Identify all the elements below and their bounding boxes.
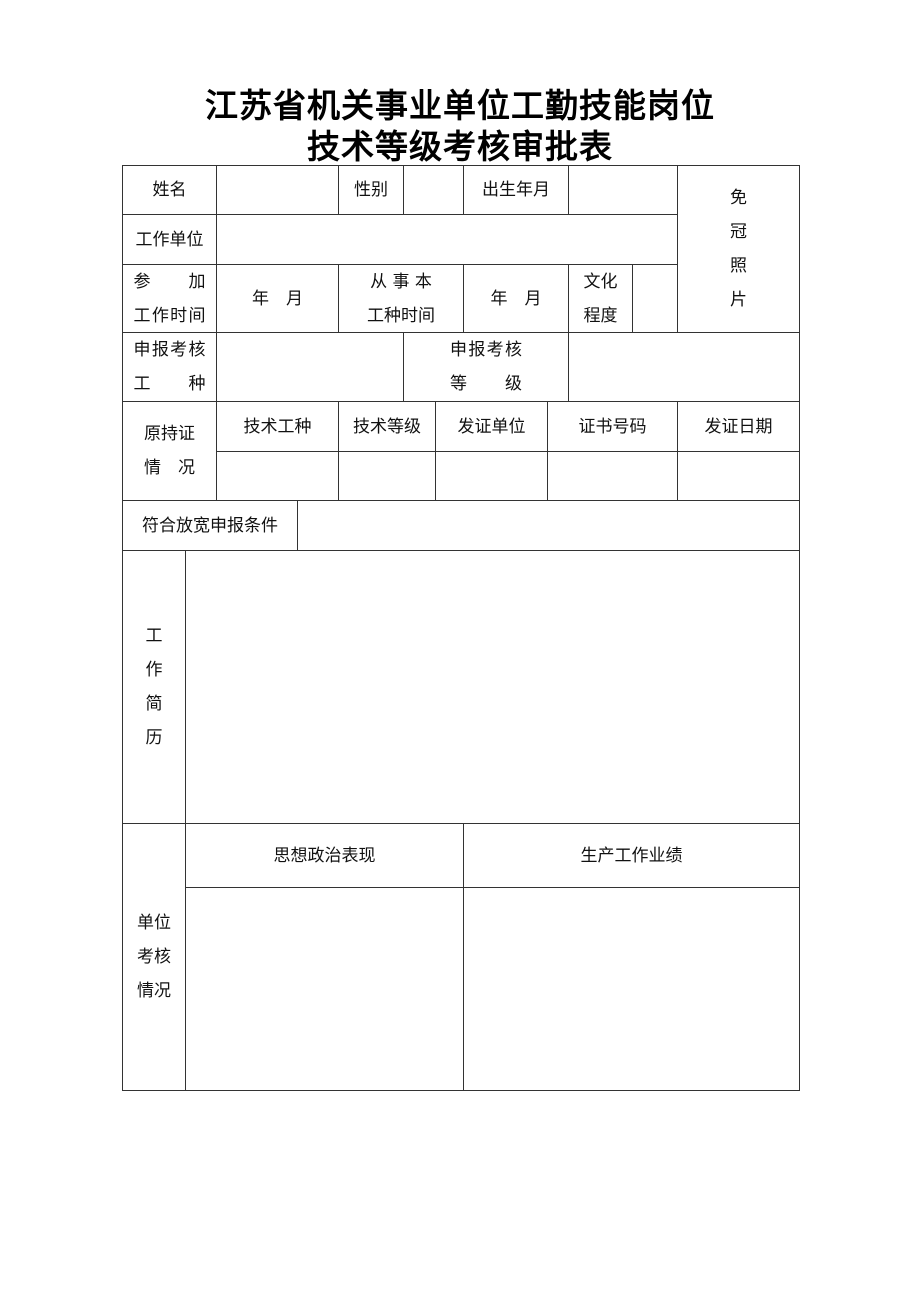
cert-col-header: 发证日期: [704, 416, 773, 437]
unit-review-label-line: 情况: [137, 981, 171, 1001]
cert-col-header: 技术等级: [353, 416, 421, 437]
resume-label-char: 作: [145, 660, 163, 680]
cert-col-level: 技术等级: [338, 401, 436, 452]
name-label-text: 姓名: [152, 180, 187, 200]
work-unit-field[interactable]: [216, 214, 678, 265]
cert-col-date: 发证日期: [677, 401, 800, 452]
photo-label-char: 片: [730, 290, 747, 310]
cert-col-header: 发证单位: [457, 416, 526, 437]
political-performance-header: 思想政治表现: [185, 823, 464, 888]
document-title-line2: 技术等级考核审批表: [307, 127, 613, 166]
photo-label-char: 照: [730, 256, 747, 276]
apply-trade-field[interactable]: [216, 332, 404, 402]
apply-level-label-line1: 申报考核: [450, 340, 522, 360]
relaxed-conditions-field[interactable]: [297, 500, 800, 551]
work-performance-header: 生产工作业绩: [463, 823, 800, 888]
photo-label-char: 免: [730, 188, 747, 208]
apply-level-label-line2: 等 级: [450, 374, 522, 394]
trade-time-label-line1: 从 事 本: [370, 271, 432, 292]
resume-label-char: 历: [145, 728, 163, 748]
join-work-time-field[interactable]: 年 月: [216, 264, 339, 333]
gender-label-text: 性别: [354, 180, 388, 200]
apply-trade-label-line1: 申报考核: [133, 340, 206, 360]
birth-label-text: 出生年月: [482, 180, 550, 200]
cert-col-header: 技术工种: [243, 416, 312, 437]
unit-review-label: 单位 考核 情况: [122, 823, 186, 1091]
cert-trade-field[interactable]: [216, 451, 339, 501]
name-field[interactable]: [216, 165, 339, 215]
gender-field[interactable]: [403, 165, 464, 215]
join-work-time-label: 参 加 工作时间: [122, 264, 217, 333]
trade-time-value: 年 月: [490, 288, 542, 309]
cert-level-field[interactable]: [338, 451, 436, 501]
document-title-line1: 江苏省机关事业单位工勤技能岗位: [205, 86, 715, 125]
photo-placeholder[interactable]: 免 冠 照 片: [677, 165, 800, 333]
cert-section-label-line1: 原持证: [144, 424, 195, 444]
cert-col-number: 证书号码: [547, 401, 678, 452]
cert-section-label-line2: 情 况: [144, 458, 195, 478]
work-unit-label: 工作单位: [122, 214, 217, 265]
name-label: 姓名: [122, 165, 217, 215]
cert-number-field[interactable]: [547, 451, 678, 501]
cert-col-header: 证书号码: [578, 416, 647, 437]
apply-trade-label-line2: 工 种: [133, 374, 206, 394]
unit-review-label-line: 单位: [137, 913, 171, 933]
resume-label: 工 作 简 历: [122, 550, 186, 824]
resume-label-char: 工: [145, 626, 163, 646]
work-performance-field[interactable]: [463, 887, 800, 1091]
unit-review-label-line: 考核: [137, 947, 171, 967]
education-label: 文化 程度: [568, 264, 633, 333]
relaxed-conditions-label-text: 符合放宽申报条件: [142, 515, 278, 536]
join-work-time-value: 年 月: [252, 288, 303, 309]
trade-time-label-line2: 工种时间: [367, 305, 435, 326]
education-label-line1: 文化: [583, 271, 618, 292]
resume-field[interactable]: [185, 550, 800, 824]
cert-date-field[interactable]: [677, 451, 800, 501]
apply-level-label: 申报考核 等 级: [403, 332, 569, 402]
apply-level-field[interactable]: [568, 332, 800, 402]
trade-time-field[interactable]: 年 月: [463, 264, 569, 333]
resume-label-char: 简: [145, 694, 163, 714]
trade-time-label: 从 事 本 工种时间: [338, 264, 464, 333]
birth-label: 出生年月: [463, 165, 569, 215]
cert-issuer-field[interactable]: [435, 451, 548, 501]
cert-col-trade: 技术工种: [216, 401, 339, 452]
education-field[interactable]: [632, 264, 678, 333]
photo-label-char: 冠: [730, 222, 747, 242]
education-label-line2: 程度: [583, 305, 618, 326]
political-performance-field[interactable]: [185, 887, 464, 1091]
join-work-label-line1: 参 加: [133, 271, 206, 292]
apply-trade-label: 申报考核 工 种: [122, 332, 217, 402]
birth-field[interactable]: [568, 165, 678, 215]
gender-label: 性别: [338, 165, 404, 215]
cert-col-issuer: 发证单位: [435, 401, 548, 452]
relaxed-conditions-label: 符合放宽申报条件: [122, 500, 298, 551]
join-work-label-line2: 工作时间: [133, 305, 206, 326]
cert-section-label: 原持证 情 况: [122, 401, 217, 501]
work-unit-label-text: 工作单位: [135, 229, 204, 250]
work-performance-label: 生产工作业绩: [580, 845, 683, 866]
political-performance-label: 思想政治表现: [273, 845, 376, 866]
